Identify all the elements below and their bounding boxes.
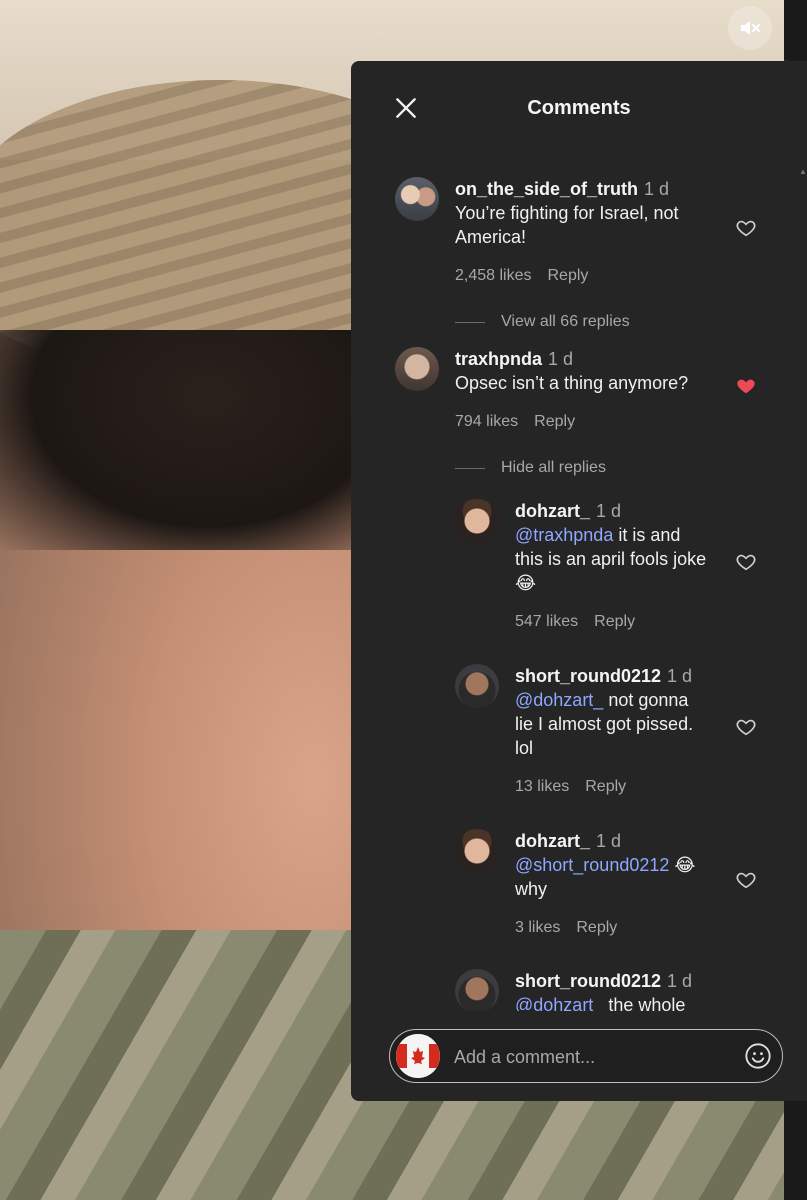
- emoji-icon[interactable]: [744, 1042, 772, 1070]
- comment-time: 1 d: [644, 179, 670, 199]
- heart-icon[interactable]: [735, 217, 757, 239]
- reply-text-line: lol: [515, 738, 534, 758]
- reply-text: not gonna: [603, 690, 689, 710]
- thread-line: [455, 467, 485, 469]
- avatar[interactable]: [455, 499, 499, 543]
- comment-username[interactable]: on_the_side_of_truth: [455, 179, 638, 199]
- reply-button[interactable]: Reply: [585, 778, 626, 795]
- reply-text-line: lie I almost got pissed.: [515, 714, 694, 734]
- reply-content: short_round0212 1 d @dohzart_ the whole: [515, 969, 735, 1011]
- comments-header: Comments: [351, 61, 807, 157]
- video-hair: [0, 330, 380, 550]
- reply-meta: 547 likes Reply: [515, 613, 651, 631]
- comment-input[interactable]: [452, 1030, 726, 1084]
- mute-icon: [741, 21, 760, 35]
- comment-text-line: You’re fighting for Israel, not: [455, 203, 679, 223]
- comment-username[interactable]: traxhpnda: [455, 349, 542, 369]
- reply-username[interactable]: dohzart_: [515, 831, 590, 851]
- heart-icon[interactable]: [735, 716, 757, 738]
- avatar[interactable]: [395, 177, 439, 221]
- reply-text-line: why: [515, 879, 548, 899]
- comments-panel: Comments on_the_side_of_truth 1 d You’re …: [351, 61, 807, 1101]
- hide-replies-toggle[interactable]: Hide all replies: [455, 459, 606, 477]
- reply-time: 1 d: [667, 971, 693, 991]
- comment-text-line: Opsec isn’t a thing anymore?: [455, 373, 689, 393]
- view-replies-toggle[interactable]: View all 66 replies: [455, 313, 630, 331]
- reply-time: 1 d: [596, 831, 622, 851]
- add-comment-box: [389, 1029, 783, 1084]
- view-replies-label: View all 66 replies: [501, 313, 630, 330]
- heart-filled-icon[interactable]: [735, 375, 757, 397]
- scroll-up-icon[interactable]: ▲: [799, 167, 807, 176]
- comment-content: on_the_side_of_truth 1 d You’re fighting …: [455, 177, 745, 249]
- reply-button[interactable]: Reply: [534, 413, 575, 430]
- reply-content: short_round0212 1 d @dohzart_ not gonna l…: [515, 664, 735, 760]
- canada-flag-icon: [396, 1034, 440, 1078]
- reply-time: 1 d: [596, 501, 622, 521]
- reply-button[interactable]: Reply: [594, 613, 635, 630]
- avatar[interactable]: [455, 829, 499, 873]
- reply-content: dohzart_ 1 d @traxhpnda it is and this is…: [515, 499, 735, 595]
- reply-text: it is and: [613, 525, 681, 545]
- reply-button[interactable]: Reply: [548, 267, 589, 284]
- reply-button[interactable]: Reply: [576, 919, 617, 936]
- avatar[interactable]: [395, 347, 439, 391]
- mention-link[interactable]: @traxhpnda: [515, 525, 613, 545]
- reply-username[interactable]: short_round0212: [515, 666, 661, 686]
- reply-meta: 13 likes Reply: [515, 778, 642, 796]
- likes-count[interactable]: 2,458 likes: [455, 267, 532, 284]
- reply-username[interactable]: dohzart_: [515, 501, 590, 521]
- likes-count[interactable]: 547 likes: [515, 613, 578, 630]
- reply-meta: 3 likes Reply: [515, 919, 633, 937]
- reply-text: the whole: [603, 995, 686, 1011]
- reply-text-line: 😂: [515, 573, 537, 593]
- thread-line: [455, 321, 485, 323]
- mention-link[interactable]: @dohzart_: [515, 995, 603, 1011]
- mention-link[interactable]: @dohzart_: [515, 690, 603, 710]
- reply-username[interactable]: short_round0212: [515, 971, 661, 991]
- mention-link[interactable]: @short_round0212: [515, 855, 669, 875]
- comment-content: traxhpnda 1 d Opsec isn’t a thing anymore…: [455, 347, 745, 395]
- reply-text-line: this is an april fools joke: [515, 549, 707, 569]
- comments-scrollbar[interactable]: ▲: [799, 167, 807, 1017]
- likes-count[interactable]: 3 likes: [515, 919, 560, 936]
- comment-time: 1 d: [548, 349, 574, 369]
- likes-count[interactable]: 13 likes: [515, 778, 569, 795]
- heart-icon[interactable]: [735, 869, 757, 891]
- reply-time: 1 d: [667, 666, 693, 686]
- comments-list[interactable]: on_the_side_of_truth 1 d You’re fighting …: [351, 161, 807, 1011]
- mute-button[interactable]: [728, 6, 772, 50]
- comment-text-line: America!: [455, 227, 527, 247]
- comment-meta: 794 likes Reply: [455, 413, 591, 431]
- reply-text: 😂: [669, 855, 696, 875]
- avatar[interactable]: [455, 664, 499, 708]
- reply-content: dohzart_ 1 d @short_round0212 😂 why: [515, 829, 735, 901]
- hide-replies-label: Hide all replies: [501, 459, 606, 476]
- panel-title: Comments: [527, 97, 631, 119]
- avatar[interactable]: [455, 969, 499, 1011]
- likes-count[interactable]: 794 likes: [455, 413, 518, 430]
- heart-icon[interactable]: [735, 551, 757, 573]
- comment-meta: 2,458 likes Reply: [455, 267, 604, 285]
